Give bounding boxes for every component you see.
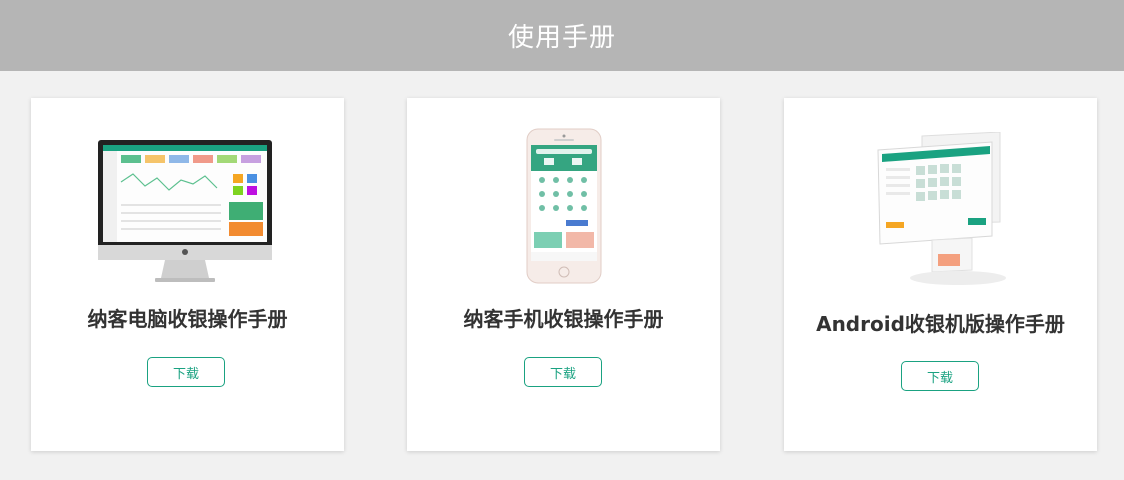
card-title: 纳客电脑收银操作手册 — [87, 307, 288, 331]
card-title: Android收银机版操作手册 — [816, 312, 1065, 336]
pos-terminal-illustration — [877, 132, 1006, 285]
download-button[interactable]: 下载 — [901, 361, 979, 391]
manual-card-desktop: 纳客电脑收银操作手册 下载 — [31, 98, 344, 451]
download-button[interactable]: 下载 — [147, 357, 225, 387]
desktop-monitor-illustration — [98, 140, 272, 282]
smartphone-illustration — [526, 128, 602, 284]
page-title: 使用手册 — [507, 23, 616, 53]
download-button[interactable]: 下载 — [524, 357, 602, 387]
card-title: 纳客手机收银操作手册 — [463, 307, 664, 331]
manual-card-android: Android收银机版操作手册 下载 — [784, 98, 1097, 451]
page-header: 使用手册 — [0, 0, 1124, 71]
manual-card-phone: 纳客手机收银操作手册 下载 — [407, 98, 720, 451]
